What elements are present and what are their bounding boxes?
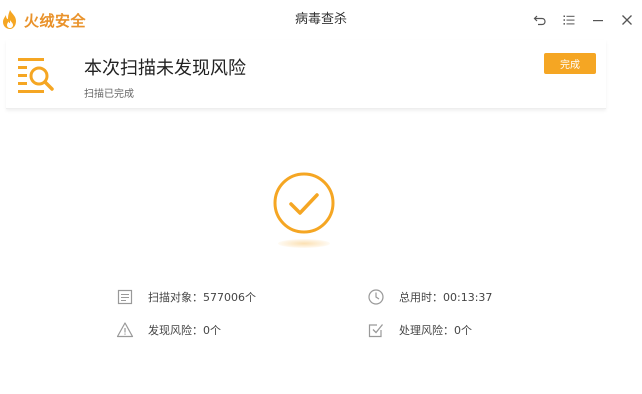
checkbox-icon <box>368 324 384 338</box>
stat-scanned-text: 扫描对象：577006个 <box>148 291 256 304</box>
check-circle-icon <box>273 172 335 234</box>
window-controls <box>526 0 642 40</box>
brand-name: 火绒安全 <box>24 11 87 30</box>
scan-result-header: 本次扫描未发现风险 扫描已完成 完成 <box>6 40 606 109</box>
check-circle-shadow <box>278 239 330 248</box>
clock-icon <box>368 289 384 305</box>
stat-total-time: 总用时：00:13:37 <box>367 287 492 307</box>
close-icon <box>622 15 632 25</box>
minimize-icon <box>593 20 603 22</box>
warning-icon <box>116 322 134 338</box>
menu-button[interactable] <box>555 6 583 34</box>
stat-handled-risks: 处理风险：0个 <box>367 320 472 340</box>
scan-report-icon <box>18 58 54 93</box>
stat-found-text: 发现风险：0个 <box>148 324 221 337</box>
minimize-button[interactable] <box>584 6 612 34</box>
document-icon <box>117 289 133 305</box>
result-title: 本次扫描未发现风险 <box>84 58 246 79</box>
close-button[interactable] <box>613 6 641 34</box>
flame-logo-icon <box>3 10 16 29</box>
back-button[interactable] <box>526 6 554 34</box>
menu-icon <box>563 15 575 25</box>
stat-found-risks: 发现风险：0个 <box>116 320 221 340</box>
done-button[interactable]: 完成 <box>544 53 596 74</box>
result-subtitle: 扫描已完成 <box>84 89 134 100</box>
brand: 火绒安全 <box>0 0 86 40</box>
stat-handled-text: 处理风险：0个 <box>399 324 472 337</box>
back-icon <box>533 15 546 26</box>
stat-scanned-objects: 扫描对象：577006个 <box>116 287 256 307</box>
stat-time-text: 总用时：00:13:37 <box>399 291 493 304</box>
title-bar: 火绒安全 病毒查杀 <box>0 0 642 40</box>
